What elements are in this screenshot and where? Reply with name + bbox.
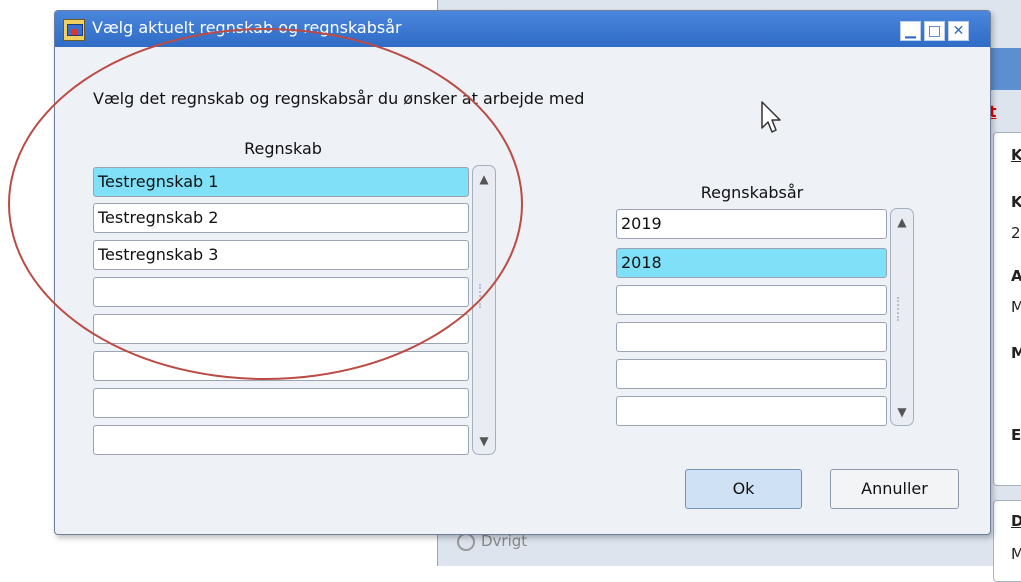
regnskab-list-item[interactable] [93, 351, 469, 381]
chevron-down-icon[interactable]: ▼ [893, 403, 911, 421]
maximize-icon: □ [927, 23, 942, 39]
dialog-titlebar[interactable]: Vælg aktuelt regnskab og regnskabsår ▁ □… [55, 11, 990, 47]
regnskab-list-item[interactable]: Testregnskab 2 [93, 203, 469, 233]
background-header-bar [990, 48, 1021, 90]
dialog-title: Vælg aktuelt regnskab og regnskabsår [92, 18, 402, 37]
cancel-button[interactable]: Annuller [830, 469, 959, 509]
regnskab-list-item[interactable]: Testregnskab 1 [93, 167, 469, 197]
regnskab-list-item[interactable] [93, 425, 469, 455]
regnskab-scrollbar[interactable]: ▲ ▼ [472, 165, 496, 455]
background-label: E [1011, 426, 1021, 444]
background-label: A [1011, 267, 1021, 285]
background-label: D [1011, 512, 1021, 530]
regnskabsaar-list-item[interactable] [616, 285, 887, 315]
regnskabsaar-list-item[interactable] [616, 359, 887, 389]
regnskab-header: Regnskab [244, 139, 322, 158]
minimize-icon: ▁ [905, 23, 916, 39]
chevron-up-icon[interactable]: ▲ [893, 213, 911, 231]
ok-button[interactable]: Ok [685, 469, 802, 509]
dialog-instruction: Vælg det regnskab og regnskabsår du ønsk… [93, 89, 585, 108]
app-icon [63, 19, 85, 41]
background-value: M [1011, 545, 1021, 563]
background-label: M [1011, 344, 1021, 362]
chevron-down-icon[interactable]: ▼ [475, 432, 493, 450]
close-icon: ✕ [952, 23, 965, 39]
scroll-grip[interactable] [897, 297, 909, 321]
regnskabsaar-header: Regnskabsår [700, 183, 804, 202]
select-accounting-dialog: Vælg aktuelt regnskab og regnskabsår ▁ □… [54, 10, 991, 535]
regnskab-list-item[interactable]: Testregnskab 3 [93, 240, 469, 270]
regnskabsaar-scrollbar[interactable]: ▲ ▼ [890, 208, 914, 426]
maximize-button[interactable]: □ [924, 21, 945, 41]
regnskab-list-item[interactable] [93, 277, 469, 307]
chevron-up-icon[interactable]: ▲ [475, 170, 493, 188]
regnskabsaar-list-item[interactable]: 2018 [616, 248, 887, 278]
mouse-cursor-icon [761, 101, 781, 133]
background-value: M [1011, 298, 1021, 316]
minimize-button[interactable]: ▁ [900, 21, 921, 41]
regnskabsaar-list-item[interactable] [616, 396, 887, 426]
regnskabsaar-list-item[interactable]: 2019 [616, 209, 887, 239]
link-icon [457, 532, 475, 551]
background-label: K [1011, 146, 1021, 164]
background-value: 2 [1011, 224, 1021, 242]
scroll-grip[interactable] [479, 284, 491, 308]
regnskab-list-item[interactable] [93, 388, 469, 418]
background-label: K [1011, 193, 1021, 211]
regnskab-list-item[interactable] [93, 314, 469, 344]
regnskabsaar-list-item[interactable] [616, 322, 887, 352]
close-button[interactable]: ✕ [948, 21, 969, 41]
